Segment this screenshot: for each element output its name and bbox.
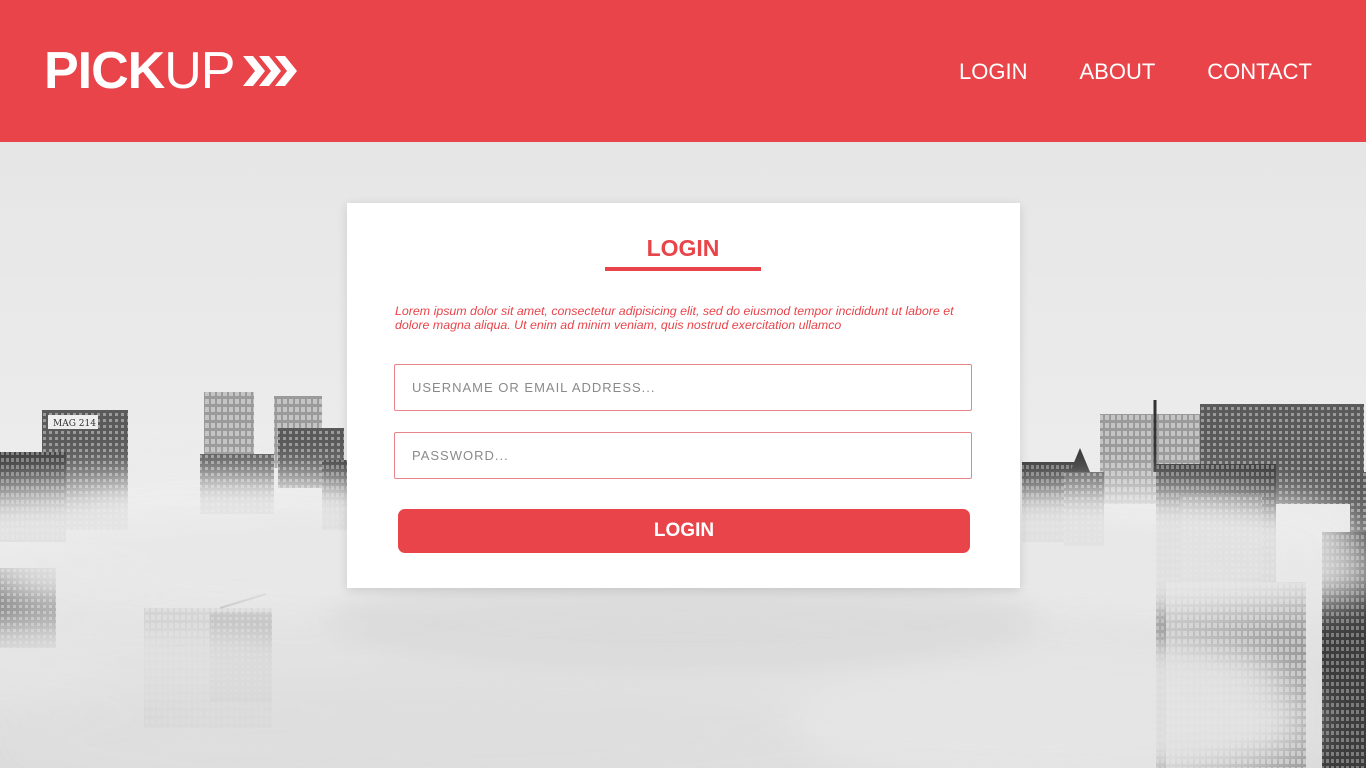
login-description: Lorem ipsum dolor sit amet, consectetur … (395, 304, 954, 332)
login-title: LOGIN (646, 235, 720, 261)
password-input[interactable] (394, 432, 972, 479)
logo-text-light: UP (164, 42, 235, 100)
login-submit-button[interactable]: LOGIN (398, 509, 970, 553)
login-card: LOGIN Lorem ipsum dolor sit amet, consec… (347, 203, 1020, 588)
nav-contact-link[interactable]: CONTACT (1207, 58, 1312, 86)
building-sign: MAG 214 (53, 419, 96, 429)
main-nav: LOGIN ABOUT CONTACT (959, 58, 1312, 86)
nav-about-link[interactable]: ABOUT (1080, 58, 1156, 86)
top-header: PICK UP LOGIN ABOUT CONTACT (0, 0, 1366, 142)
username-input[interactable] (394, 364, 972, 411)
chevrons-right-icon (242, 56, 297, 86)
logo[interactable]: PICK UP (44, 42, 299, 100)
logo-text-bold: PICK (44, 42, 165, 100)
title-underline (605, 267, 761, 271)
nav-login-link[interactable]: LOGIN (959, 58, 1027, 86)
